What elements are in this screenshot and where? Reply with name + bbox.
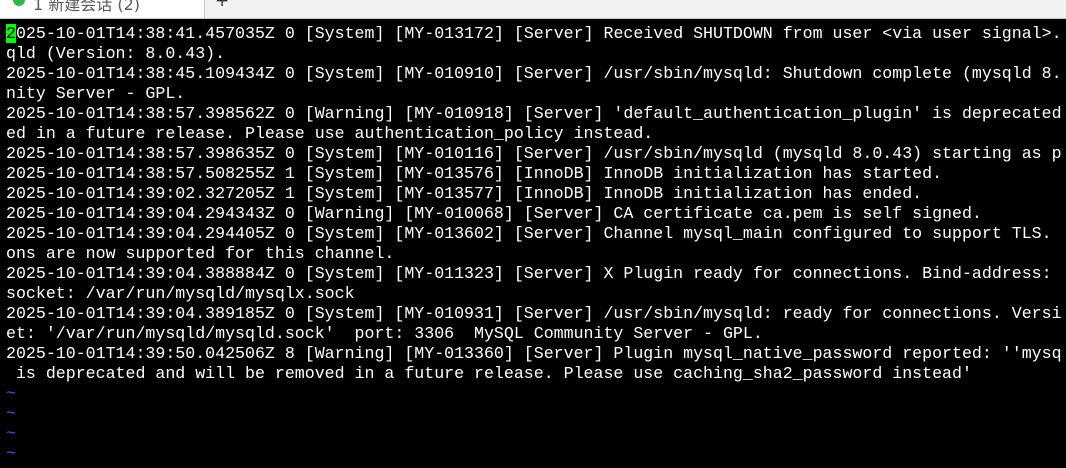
empty-line-marker: ~ <box>6 404 16 423</box>
terminal-line: 2025-10-01T14:39:04.294343Z 0 [Warning] … <box>6 204 982 223</box>
terminal-line: 2025-10-01T14:38:45.109434Z 0 [System] [… <box>6 64 1062 83</box>
empty-line-marker: ~ <box>6 444 16 463</box>
terminal-line: is deprecated and will be removed in a f… <box>6 364 972 383</box>
terminal-line: qld (Version: 8.0.43). <box>6 44 226 63</box>
session-tab-bar: 1 新建会话 (2) + <box>0 0 1066 19</box>
text-cursor: 2 <box>6 24 16 43</box>
terminal-line: socket: /var/run/mysqld/mysqlx.sock <box>6 284 355 303</box>
terminal-line: nity Server - GPL. <box>6 84 186 103</box>
terminal-line-text: 025-10-01T14:38:41.457035Z 0 [System] [M… <box>15 24 1062 43</box>
terminal-line: 2025-10-01T14:39:04.389185Z 0 [System] [… <box>6 304 1062 323</box>
session-tab-label: 1 新建会话 (2) <box>33 0 141 14</box>
empty-line-marker: ~ <box>6 424 16 443</box>
terminal-line: 2025-10-01T14:39:04.294405Z 0 [System] [… <box>6 224 1052 243</box>
terminal-line: 2025-10-01T14:38:41.457035Z 0 [System] [… <box>6 24 1066 44</box>
terminal-line: 2025-10-01T14:39:50.042506Z 8 [Warning] … <box>6 344 1062 363</box>
connection-status-icon <box>13 0 25 6</box>
terminal-output[interactable]: 2025-10-01T14:38:41.457035Z 0 [System] [… <box>6 24 1066 468</box>
terminal-line: 2025-10-01T14:38:57.508255Z 1 [System] [… <box>6 164 943 183</box>
terminal-line: 2025-10-01T14:39:02.327205Z 1 [System] [… <box>6 184 923 203</box>
terminal-line: 2025-10-01T14:39:04.388884Z 0 [System] [… <box>6 264 1052 283</box>
terminal-line: ed in a future release. Please use authe… <box>6 124 654 143</box>
terminal-line: 2025-10-01T14:38:57.398562Z 0 [Warning] … <box>6 104 1062 123</box>
new-tab-icon[interactable]: + <box>215 0 229 11</box>
empty-line-marker: ~ <box>6 384 16 403</box>
terminal-line: et: '/var/run/mysqld/mysqld.sock' port: … <box>6 324 763 343</box>
terminal-line: ons are now supported for this channel. <box>6 244 395 263</box>
terminal-line: 2025-10-01T14:38:57.398635Z 0 [System] [… <box>6 144 1062 163</box>
session-tab[interactable]: 1 新建会话 (2) <box>0 0 205 18</box>
